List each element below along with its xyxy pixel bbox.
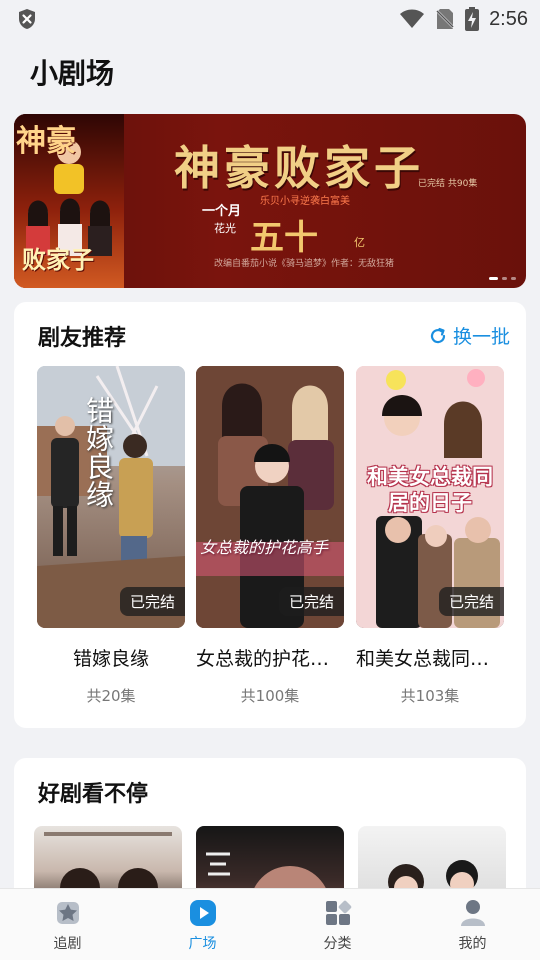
banner-title: 神豪败家子: [174, 141, 424, 195]
drama-card[interactable]: 女总裁的护花高手 已完结 女总裁的护花高... 共100集: [196, 366, 344, 706]
banner-subtitle: 乐贝小寻逆袭白富美: [260, 196, 350, 207]
refresh-button[interactable]: 换一批: [429, 322, 510, 349]
page-title: 小剧场: [30, 57, 115, 90]
banner-status: 已完结 共90集: [418, 179, 478, 189]
shield-x-icon: [19, 9, 35, 29]
play-icon: [189, 900, 216, 926]
drama-poster-title: 错嫁良缘: [82, 396, 115, 508]
carousel-dot: [511, 277, 516, 280]
section-title-recommend: 剧友推荐: [38, 326, 127, 351]
bottom-nav: 追剧 广场 分类 我的: [0, 888, 540, 960]
nav-item-profile[interactable]: 我的: [405, 889, 540, 960]
drama-card[interactable]: 错嫁良缘 已完结 错嫁良缘 共20集: [37, 366, 185, 706]
drama-poster[interactable]: 和美女总裁同居的日子 已完结: [356, 366, 504, 628]
drama-title: 和美女总裁同居...: [356, 648, 504, 670]
refresh-label: 换一批: [452, 326, 510, 348]
nav-label: 我的: [458, 936, 487, 952]
drama-episodes: 共103集: [400, 687, 460, 705]
person-icon: [460, 900, 485, 926]
banner-carousel[interactable]: 神豪 败家子 神豪败家子 已完结 共90集 乐贝小寻逆袭白富美 一个月 花光 五…: [14, 114, 526, 288]
banner-poster-title-bottom: 败家子: [22, 245, 94, 274]
status-icons: 2:56: [399, 6, 528, 32]
status-badge: 已完结: [278, 587, 344, 616]
carousel-dot: [502, 277, 507, 280]
carousel-indicator: [489, 277, 516, 280]
banner-big-number: 五十: [250, 218, 318, 258]
banner-line1: 一个月: [202, 204, 242, 219]
category-icon: [325, 900, 351, 925]
clock: 2:56: [489, 7, 528, 30]
drama-poster-title: 女总裁的护花高手: [200, 538, 329, 557]
banner-line2: 花光: [214, 222, 236, 235]
banner-unit: 亿: [354, 236, 365, 249]
battery-charging-icon: [465, 7, 480, 31]
drama-card[interactable]: 和美女总裁同居的日子 已完结 和美女总裁同居... 共103集: [356, 366, 504, 706]
section-title-binge: 好剧看不停: [38, 782, 149, 807]
status-bar: 2:56: [0, 0, 540, 38]
no-sim-icon: [435, 9, 455, 29]
star-icon: [56, 902, 79, 924]
banner-credit: 改编自番茄小说《骑马追梦》作者：无敌狂猪: [214, 259, 395, 269]
banner-poster-title-top: 神豪: [16, 124, 76, 159]
drama-poster-title: 和美女总裁同居的日子: [367, 464, 493, 515]
nav-label: 分类: [323, 936, 352, 952]
status-badge: 已完结: [438, 587, 504, 616]
nav-label: 追剧: [53, 936, 82, 952]
nav-label: 广场: [188, 936, 217, 952]
status-badge: 已完结: [119, 587, 185, 616]
carousel-dot-active: [489, 277, 498, 280]
nav-item-category[interactable]: 分类: [270, 889, 405, 960]
wifi-icon: [400, 9, 425, 28]
drama-episodes: 共100集: [240, 687, 300, 705]
drama-title: 错嫁良缘: [72, 648, 149, 670]
drama-title: 女总裁的护花高...: [196, 648, 344, 670]
drama-poster[interactable]: 女总裁的护花高手 已完结: [196, 366, 344, 628]
refresh-icon: [430, 327, 446, 343]
nav-item-plaza[interactable]: 广场: [135, 889, 270, 960]
banner-poster: 神豪 败家子: [14, 114, 124, 288]
recommend-section: 剧友推荐 换一批 错嫁良缘 已完结 错嫁良缘 共20集 女总裁的护花高手 已完结…: [14, 302, 526, 728]
nav-item-follow[interactable]: 追剧: [0, 889, 135, 960]
drama-poster[interactable]: 错嫁良缘 已完结: [37, 366, 185, 628]
drama-episodes: 共20集: [86, 687, 136, 705]
